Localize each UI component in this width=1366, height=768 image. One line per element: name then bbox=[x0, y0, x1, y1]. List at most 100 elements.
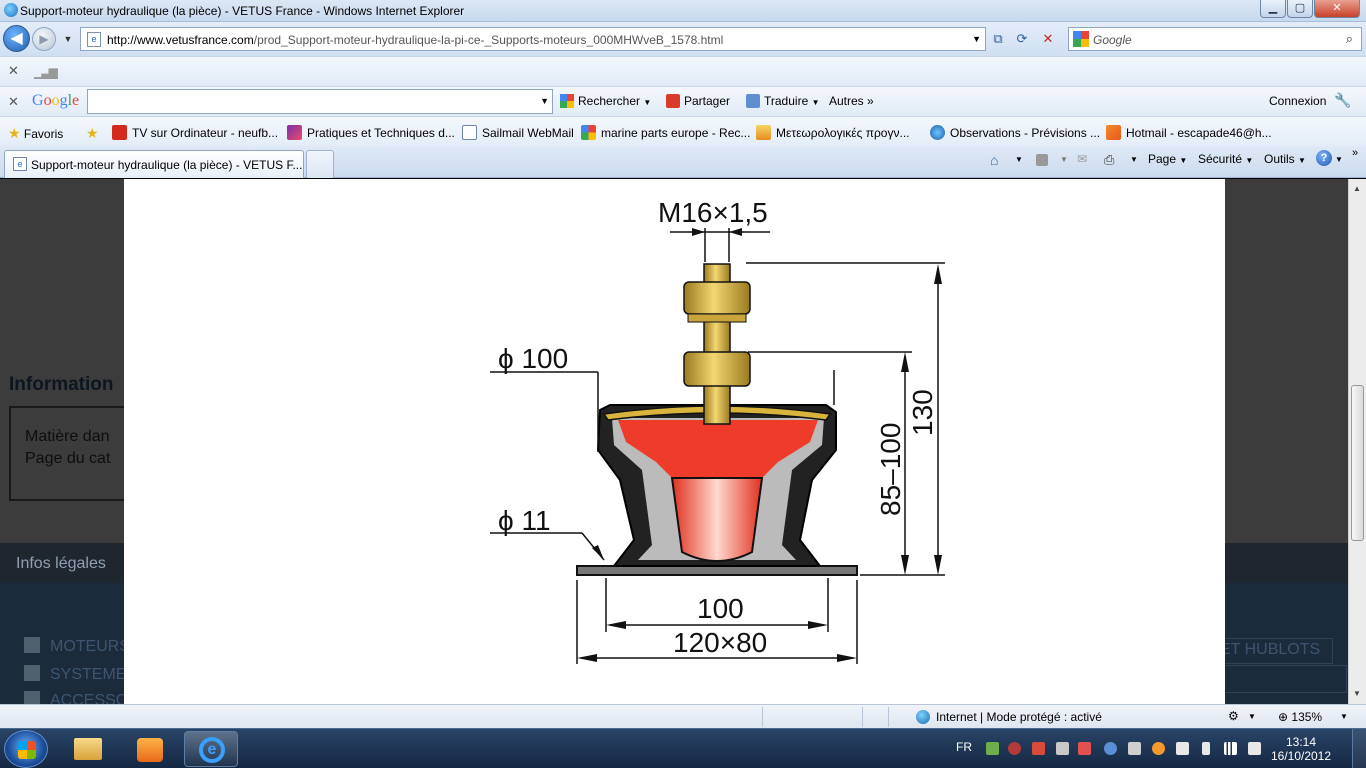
taskbar: e FR 13:14 16/10/2012 bbox=[0, 728, 1366, 768]
wrench-icon[interactable]: 🔧 bbox=[1334, 92, 1351, 109]
ie-window: Support-moteur hydraulique (la pièce) - … bbox=[0, 0, 1366, 768]
show-desktop-button[interactable] bbox=[1352, 729, 1366, 768]
favorite-item[interactable]: TV sur Ordinateur - neufb... bbox=[112, 125, 278, 140]
category-box bbox=[1215, 665, 1347, 693]
chevron-down-icon[interactable]: ▼ bbox=[1340, 712, 1348, 721]
tray-volume-muted-icon[interactable] bbox=[1078, 742, 1091, 755]
minimize-button[interactable]: ▁ bbox=[1260, 0, 1286, 18]
search-box[interactable]: Google ⌕ bbox=[1068, 27, 1362, 51]
taskbar-explorer[interactable] bbox=[60, 731, 114, 767]
clock-date: 16/10/2012 bbox=[1270, 749, 1332, 763]
scroll-thumb[interactable] bbox=[1351, 385, 1364, 541]
page-menu[interactable]: Page ▼ bbox=[1148, 152, 1187, 166]
category-label: MOTEURS bbox=[50, 638, 130, 655]
star-icon: ★ bbox=[8, 125, 21, 141]
favorite-item[interactable]: Hotmail - escapade46@h... bbox=[1106, 125, 1272, 140]
tray-flash-icon[interactable] bbox=[1032, 742, 1045, 755]
clock[interactable]: 13:14 16/10/2012 bbox=[1266, 735, 1336, 763]
battery-icon[interactable] bbox=[1202, 742, 1210, 755]
forward-button[interactable]: ▶ bbox=[32, 27, 56, 51]
chevron-down-icon[interactable]: ▼ bbox=[1248, 712, 1256, 721]
print-icon[interactable]: ⎙ bbox=[1104, 152, 1114, 168]
total-height-label: 130 bbox=[907, 389, 938, 436]
tray-app-icon[interactable] bbox=[986, 742, 999, 755]
zoom-value: 135% bbox=[1291, 710, 1323, 724]
address-bar[interactable]: e http://www.vetusfrance.com/prod_Suppor… bbox=[80, 27, 986, 51]
refresh-icon[interactable]: ⟳ bbox=[1012, 28, 1032, 50]
rss-feed-icon[interactable] bbox=[1036, 154, 1048, 166]
category-item-moteurs[interactable]: MOTEURS bbox=[24, 637, 130, 656]
volume-icon[interactable] bbox=[1248, 742, 1261, 755]
rechercher-button[interactable]: Rechercher ▼ bbox=[560, 94, 651, 108]
tray-network-icon[interactable] bbox=[1056, 742, 1069, 755]
close-button[interactable]: ✕ bbox=[1314, 0, 1360, 18]
security-zone[interactable]: Internet | Mode protégé : activé bbox=[936, 710, 1102, 724]
address-dropdown-icon[interactable]: ▼ bbox=[972, 34, 981, 44]
new-tab-button[interactable] bbox=[306, 150, 334, 178]
chevron-down-icon[interactable]: ▼ bbox=[1015, 155, 1023, 164]
chevron-more-icon[interactable]: » bbox=[1352, 147, 1358, 159]
compatibility-view-icon[interactable]: ⧉ bbox=[988, 28, 1008, 50]
tray-device-icon[interactable] bbox=[1128, 742, 1141, 755]
inner-width-label: 100 bbox=[697, 593, 744, 624]
traduire-button[interactable]: Traduire ▼ bbox=[746, 94, 820, 108]
protected-mode-icon[interactable]: ⚙ bbox=[1228, 709, 1239, 723]
wifi-signal-icon[interactable] bbox=[1224, 742, 1237, 755]
autres-button[interactable]: Autres » bbox=[829, 94, 874, 108]
mail-icon[interactable]: ✉ bbox=[1077, 152, 1087, 166]
google-toolbar: ✕ Google ▼ Rechercher ▼ Partager Traduir… bbox=[0, 86, 1366, 116]
close-toolbar-icon[interactable]: ✕ bbox=[8, 63, 19, 79]
base-plate bbox=[576, 565, 858, 576]
maximize-button[interactable]: ▢ bbox=[1287, 0, 1313, 18]
bluetooth-icon[interactable] bbox=[1104, 742, 1117, 755]
hole-diameter-label: ϕ 11 bbox=[498, 505, 551, 536]
close-google-toolbar-icon[interactable]: ✕ bbox=[8, 94, 19, 110]
favorite-item[interactable]: Μετεωρολογικές προγν... bbox=[756, 125, 909, 140]
window-title: Support-moteur hydraulique (la pièce) - … bbox=[20, 4, 465, 18]
chevron-down-icon[interactable]: ▼ bbox=[1060, 155, 1068, 164]
chevron-down-icon[interactable]: ▼ bbox=[540, 96, 549, 106]
taskbar-internet-explorer[interactable]: e bbox=[184, 731, 238, 767]
favorite-item[interactable]: Pratiques et Techniques d... bbox=[287, 125, 455, 140]
url-host: http://www.vetusfrance.com bbox=[107, 33, 254, 47]
zoom-level[interactable]: ⊕ 135% bbox=[1278, 710, 1322, 724]
google-search-input[interactable]: ▼ bbox=[87, 89, 553, 114]
outils-menu-label: Outils bbox=[1264, 152, 1295, 166]
hotmail-icon bbox=[1106, 125, 1121, 140]
tab-active[interactable]: e Support-moteur hydraulique (la pièce) … bbox=[4, 150, 304, 178]
category-item-accessoires[interactable]: ACCESSO bbox=[24, 691, 128, 704]
favorite-item[interactable]: Sailmail WebMail bbox=[462, 125, 574, 140]
tray-update-icon[interactable] bbox=[1152, 742, 1165, 755]
action-center-flag-icon[interactable] bbox=[1176, 742, 1189, 755]
favoris-button[interactable]: ★ Favoris bbox=[8, 125, 63, 142]
outils-menu[interactable]: Outils ▼ bbox=[1264, 152, 1306, 166]
search-icon[interactable]: ⌕ bbox=[1346, 31, 1353, 47]
back-button[interactable]: ◀ bbox=[3, 25, 30, 52]
chevron-down-icon[interactable]: ▼ bbox=[1130, 155, 1138, 164]
language-indicator[interactable]: FR bbox=[956, 740, 972, 754]
securite-menu-label: Sécurité bbox=[1198, 152, 1243, 166]
help-icon[interactable]: ? bbox=[1316, 150, 1332, 166]
connexion-button[interactable]: Connexion bbox=[1269, 94, 1326, 108]
securite-menu[interactable]: Sécurité ▼ bbox=[1198, 152, 1253, 166]
stop-icon[interactable]: ✕ bbox=[1038, 28, 1058, 50]
history-dropdown[interactable]: ▼ bbox=[58, 28, 78, 50]
favorite-label: marine parts europe - Rec... bbox=[601, 126, 751, 140]
category-item-systeme[interactable]: SYSTEME bbox=[24, 665, 126, 684]
vertical-scrollbar[interactable]: ▲ ▼ bbox=[1348, 179, 1366, 704]
scroll-up-icon[interactable]: ▲ bbox=[1353, 184, 1361, 193]
tray-antivirus-icon[interactable] bbox=[1008, 742, 1021, 755]
favorite-item[interactable]: marine parts europe - Rec... bbox=[581, 125, 750, 140]
add-favorite-star-icon[interactable]: ★ bbox=[86, 125, 99, 142]
taskbar-media-player[interactable] bbox=[122, 731, 176, 767]
google-logo: Google bbox=[32, 92, 80, 109]
scroll-down-icon[interactable]: ▼ bbox=[1353, 689, 1361, 698]
legal-link[interactable]: Infos légales bbox=[16, 555, 106, 573]
chevron-down-icon[interactable]: ▼ bbox=[1335, 155, 1343, 164]
home-icon[interactable]: ⌂ bbox=[990, 152, 998, 168]
favorite-item[interactable]: Observations - Prévisions ... bbox=[930, 125, 1100, 140]
category-item-hublots[interactable]: ET HUBLOTS bbox=[1215, 638, 1333, 664]
partager-button[interactable]: Partager bbox=[666, 94, 730, 108]
start-button[interactable] bbox=[4, 730, 48, 768]
category-icon bbox=[24, 691, 40, 704]
